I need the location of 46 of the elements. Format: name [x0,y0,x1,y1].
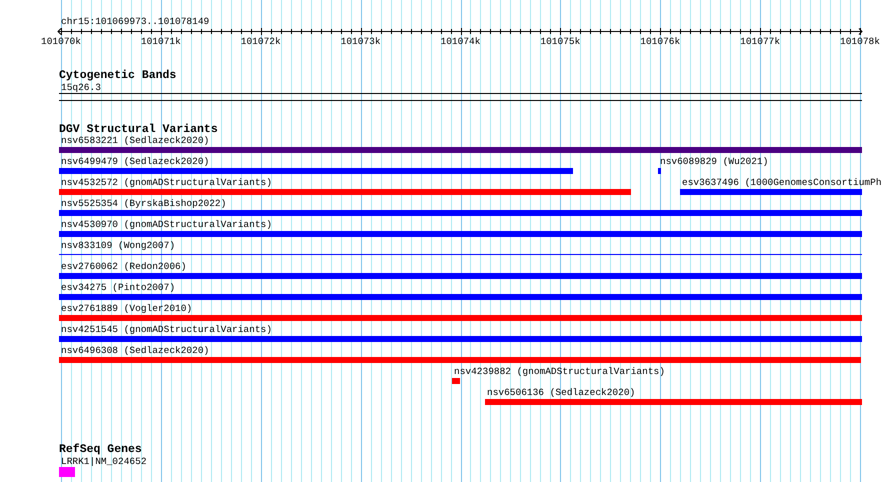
variant-label: nsv4532572 (gnomADStructuralVariants) [61,177,272,188]
ruler-label: 101072k [240,36,281,47]
gene-feature[interactable] [59,467,75,477]
variant-bar[interactable] [452,378,460,384]
variant-label: nsv4251545 (gnomADStructuralVariants) [61,324,272,335]
variant-label: nsv833109 (Wong2007) [61,240,176,251]
ruler-label: 101075k [540,36,580,47]
variant-bar[interactable] [485,399,862,405]
ruler-label: 101078k [840,36,880,47]
variant-label: nsv6506136 (Sedlazeck2020) [487,387,636,398]
ruler-title: chr15:101069973..101078149 [61,16,210,27]
gene-label: LRRK1|NM_024652 [61,456,147,467]
variant-label: esv34275 (Pinto2007) [61,282,176,293]
variant-label: nsv6496308 (Sedlazeck2020) [61,345,210,356]
ruler-label: 101071k [140,36,181,47]
variant-bar[interactable] [59,336,862,342]
variant-label: nsv6499479 (Sedlazeck2020) [61,156,210,167]
variant-label: esv2760062 (Redon2006) [61,261,186,272]
variant-bar[interactable] [59,189,631,195]
band-label: 15q26.3 [61,82,101,93]
variant-bar[interactable] [59,210,862,216]
track-title: DGV Structural Variants [59,123,218,136]
variant-bar[interactable] [59,147,862,153]
variant-bar[interactable] [59,273,862,279]
variant-label: esv2761889 (Vogler2010) [61,303,192,314]
variant-label: nsv4239882 (gnomADStructuralVariants) [454,366,665,377]
variant-label: nsv6583221 (Sedlazeck2020) [61,135,210,146]
variant-label: nsv6089829 (Wu2021) [660,156,768,167]
variant-bar[interactable] [59,168,573,174]
track-title: RefSeq Genes [59,443,142,456]
variant-label: nsv4530970 (gnomADStructuralVariants) [61,219,272,230]
variant-label: nsv5525354 (ByrskaBishop2022) [61,198,226,209]
track-title: Cytogenetic Bands [59,69,176,82]
ruler-label: 101070k [41,36,81,47]
variant-bar[interactable] [680,189,862,195]
variant-line[interactable] [59,254,862,255]
variant-label: esv3637496 (1000GenomesConsortiumPh [682,177,882,188]
ruler-label: 101074k [440,36,480,47]
ruler-label: 101073k [340,36,381,47]
ruler-label: 101077k [740,36,780,47]
variant-bar[interactable] [59,231,862,237]
variant-bar[interactable] [59,315,862,321]
variant-bar[interactable] [59,294,862,300]
variant-bar[interactable] [658,168,661,174]
ruler-label: 101076k [640,36,680,47]
variant-bar[interactable] [59,357,861,363]
